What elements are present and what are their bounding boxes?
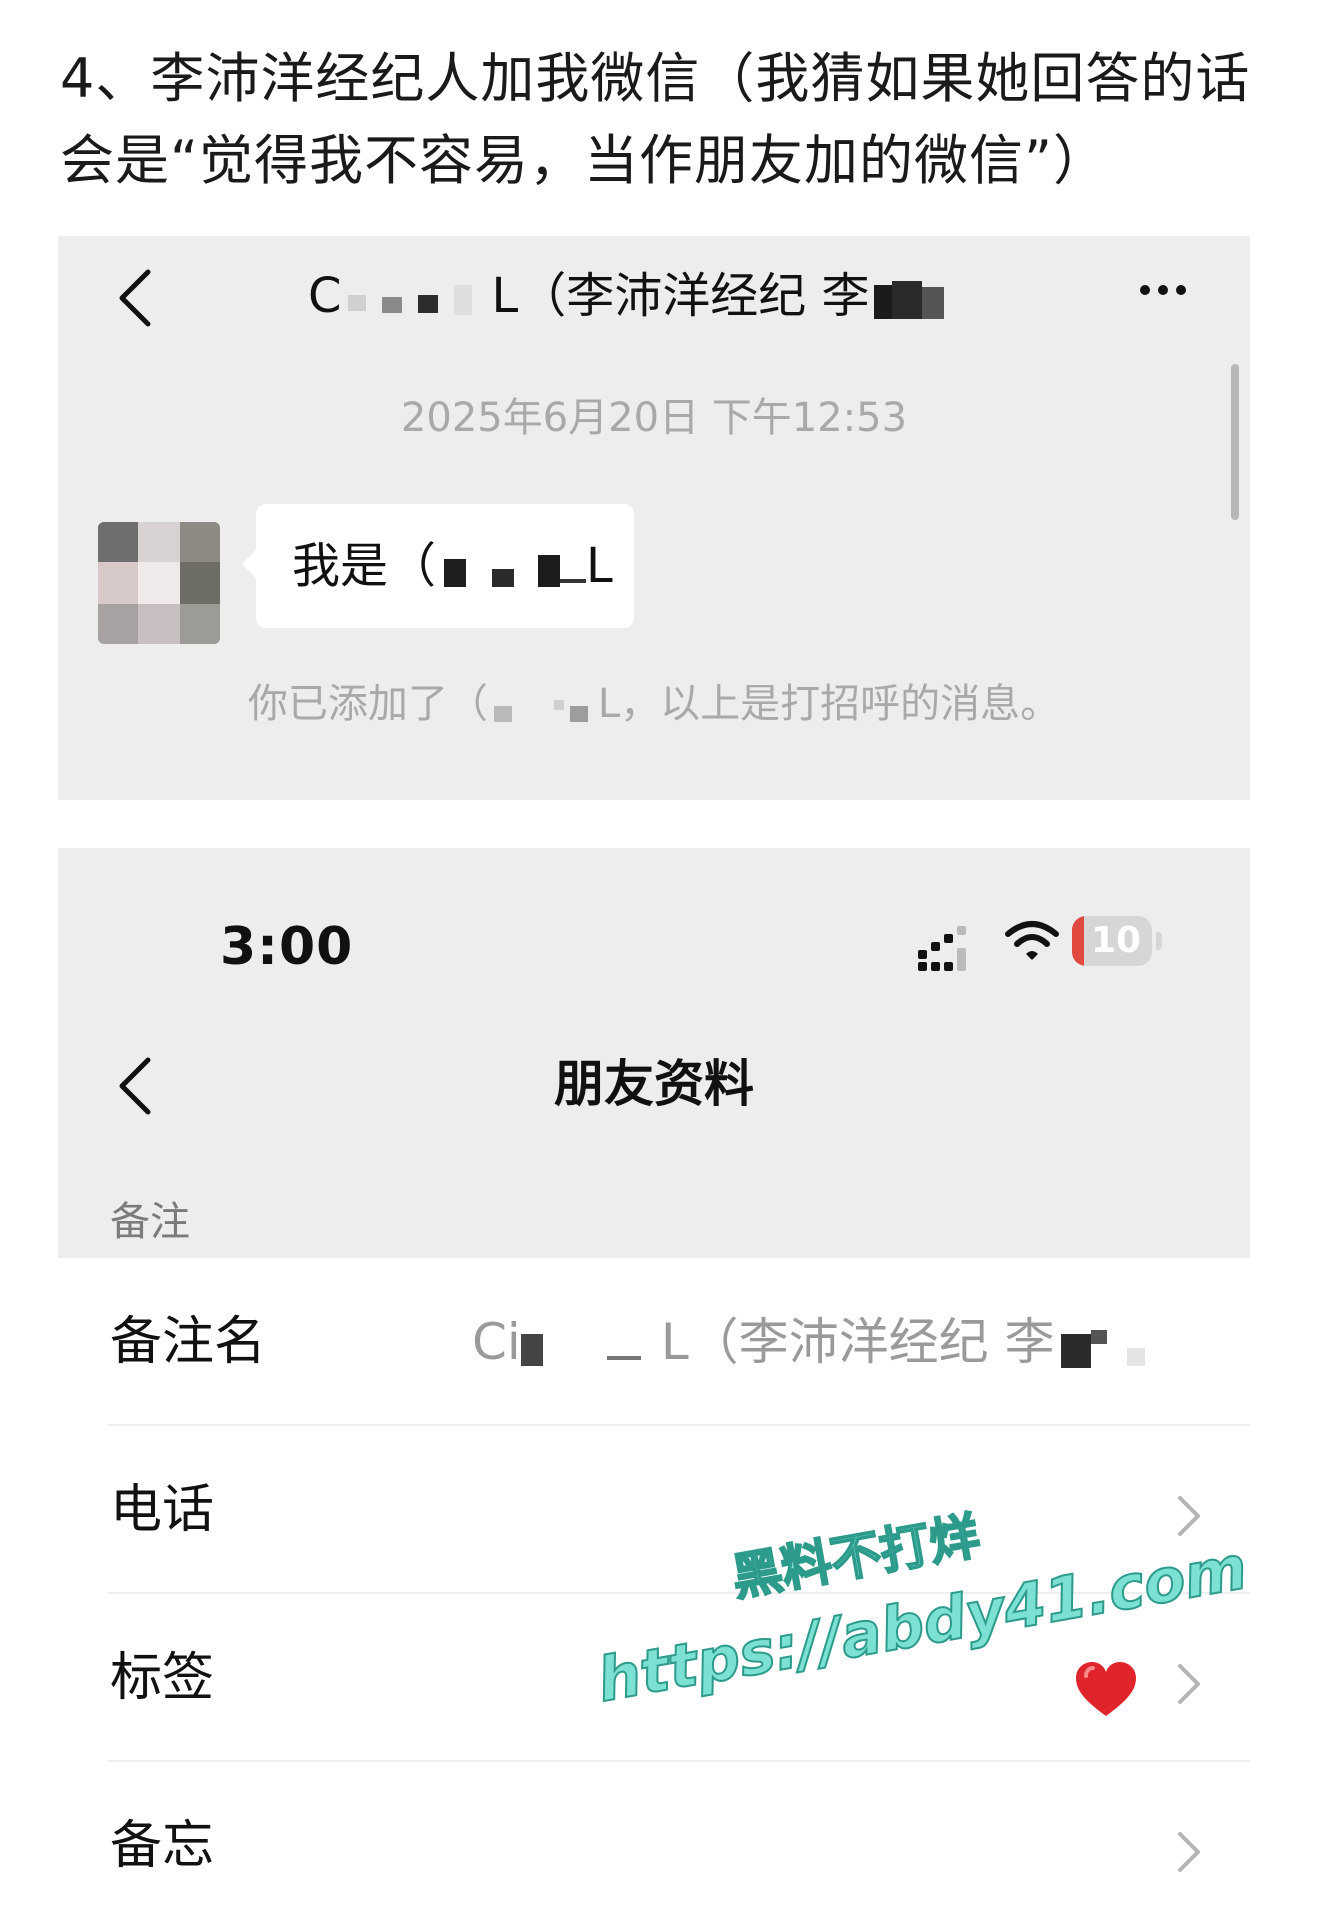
chat-title: C L（李沛洋经纪 李 <box>308 256 1068 336</box>
chat-screenshot: C L（李沛洋经纪 李 2025年6月20日 下午12:53 我是（ L 你已添… <box>58 236 1250 800</box>
more-icon[interactable] <box>1140 280 1200 300</box>
chevron-right-icon <box>1178 1832 1200 1872</box>
system-suffix: L，以上是打招呼的消息。 <box>597 681 1061 727</box>
row-label: 备忘 <box>110 1816 215 1876</box>
row-label: 备注名 <box>110 1312 267 1372</box>
remark-value-prefix: Ci <box>472 1313 521 1371</box>
chat-title-suffix: L（李沛洋经纪 李 <box>491 268 870 324</box>
chevron-right-icon <box>1178 1664 1200 1704</box>
post-caption: 4、李沛洋经纪人加我微信（我猜如果她回答的话会是“觉得我不容易，当作朋友加的微信… <box>60 47 1251 192</box>
message-suffix: L <box>586 538 613 594</box>
battery-tip <box>1156 932 1162 950</box>
pixelated-remark-name <box>520 1326 661 1366</box>
profile-header: 3:00 10 朋友资料 备注 <box>58 848 1250 1258</box>
battery-percent: 10 <box>1090 920 1142 961</box>
message-bubble[interactable]: 我是（ L <box>242 504 634 628</box>
system-prefix: 你已添加了（ <box>247 681 488 727</box>
message-prefix: 我是（ <box>292 538 437 594</box>
chat-title-prefix: C <box>308 268 342 324</box>
wifi-icon <box>1005 921 1059 960</box>
system-notice: 你已添加了（ L，以上是打招呼的消息。 <box>58 674 1250 734</box>
status-time: 3:00 <box>220 917 354 977</box>
pixelated-system-name <box>488 686 598 726</box>
row-label: 电话 <box>110 1480 215 1540</box>
avatar[interactable] <box>98 522 220 644</box>
row-label: 标签 <box>110 1648 215 1708</box>
section-label: 备注 <box>110 1199 190 1245</box>
chat-timestamp: 2025年6月20日 下午12:53 <box>400 395 908 441</box>
memo-row[interactable]: 备忘 <box>58 1762 1250 1930</box>
profile-screenshot: 3:00 10 朋友资料 备注 备注名 Ci L（李沛洋经纪 李 电话 标签 备… <box>58 848 1250 1932</box>
pixelated-remark-end <box>1055 1326 1165 1368</box>
remark-name-row[interactable]: 备注名 Ci L（李沛洋经纪 李 <box>58 1258 1250 1426</box>
battery-icon: 10 <box>1072 916 1152 966</box>
pixelated-message-name <box>436 549 587 589</box>
pixelated-name-end <box>870 279 960 319</box>
pixelated-name <box>342 279 492 319</box>
remark-value-suffix: L（李沛洋经纪 李 <box>660 1313 1055 1371</box>
remark-name-value: Ci L（李沛洋经纪 李 <box>472 1306 1165 1378</box>
chevron-left-icon[interactable] <box>108 258 168 338</box>
heart-icon <box>1076 1662 1136 1716</box>
signal-icon <box>918 926 966 971</box>
page-title: 朋友资料 <box>554 1055 754 1113</box>
message-text: 我是（ L <box>292 534 613 598</box>
